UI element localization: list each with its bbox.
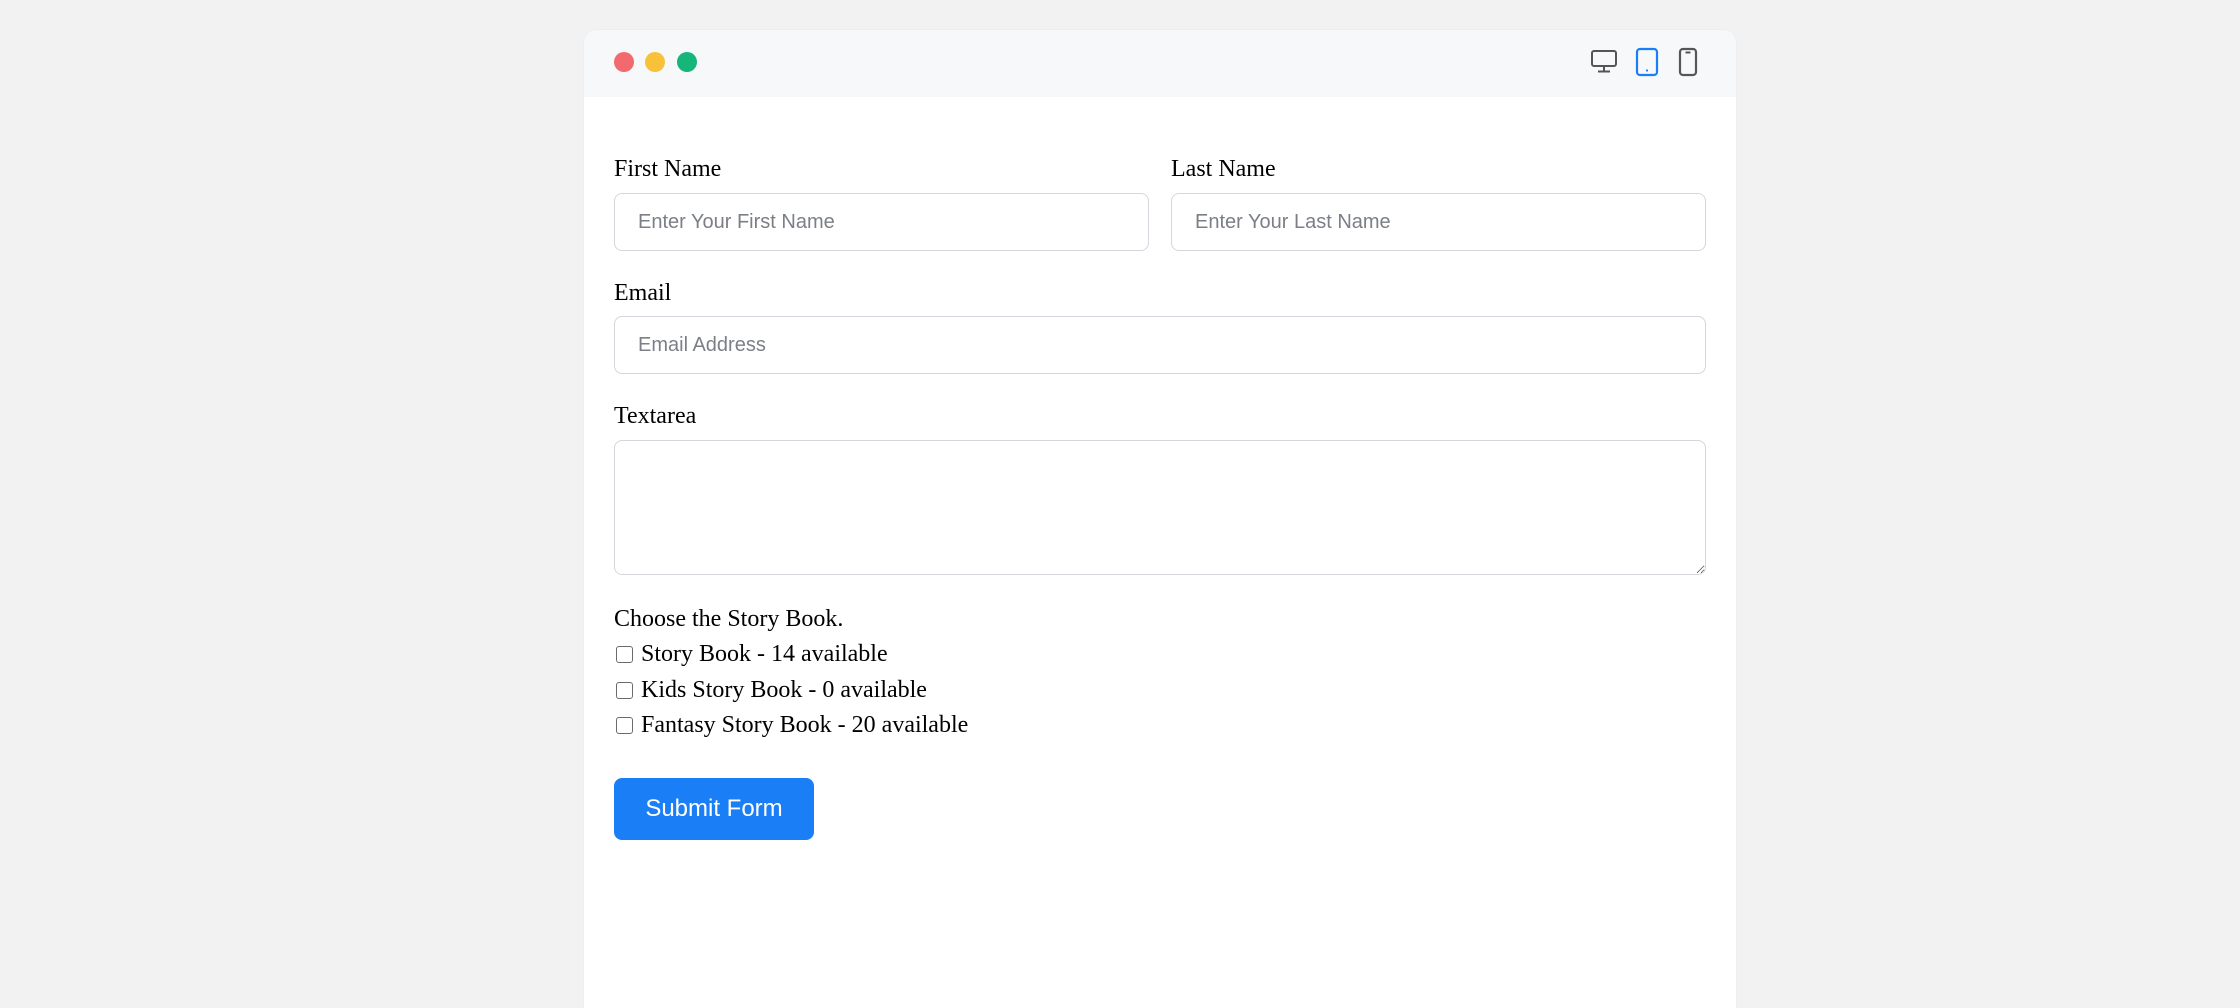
book-choice-prompt: Choose the Story Book. [614, 606, 844, 632]
message-textarea[interactable] [614, 440, 1706, 575]
book-option-kids[interactable]: Kids Story Book - 0 available [614, 676, 927, 704]
window-titlebar [584, 30, 1736, 97]
first-name-label: First Name [614, 156, 722, 182]
story-book-label: Story Book - 14 available [641, 641, 888, 667]
fantasy-story-book-label: Fantasy Story Book - 20 available [641, 712, 969, 738]
textarea-label: Textarea [614, 403, 697, 429]
preview-window: First Name Last Name Email Textarea Choo… [584, 30, 1736, 1008]
email-input[interactable] [614, 316, 1706, 374]
book-option-fantasy[interactable]: Fantasy Story Book - 20 available [614, 711, 968, 739]
last-name-label: Last Name [1171, 156, 1276, 182]
mobile-icon[interactable] [1676, 47, 1700, 82]
kids-story-book-checkbox[interactable] [616, 681, 633, 699]
maximize-dot-icon[interactable] [677, 52, 697, 72]
first-name-input[interactable] [614, 193, 1149, 251]
email-label: Email [614, 280, 672, 306]
minimize-dot-icon[interactable] [645, 52, 665, 72]
fantasy-story-book-checkbox[interactable] [616, 716, 633, 734]
close-dot-icon[interactable] [614, 52, 634, 72]
desktop-icon[interactable] [1590, 47, 1618, 80]
last-name-input[interactable] [1171, 193, 1706, 251]
submit-form-button[interactable]: Submit Form [614, 778, 814, 840]
book-option-story[interactable]: Story Book - 14 available [614, 640, 888, 668]
kids-story-book-label: Kids Story Book - 0 available [641, 677, 927, 703]
story-book-checkbox[interactable] [616, 645, 633, 663]
tablet-icon[interactable] [1634, 47, 1660, 82]
